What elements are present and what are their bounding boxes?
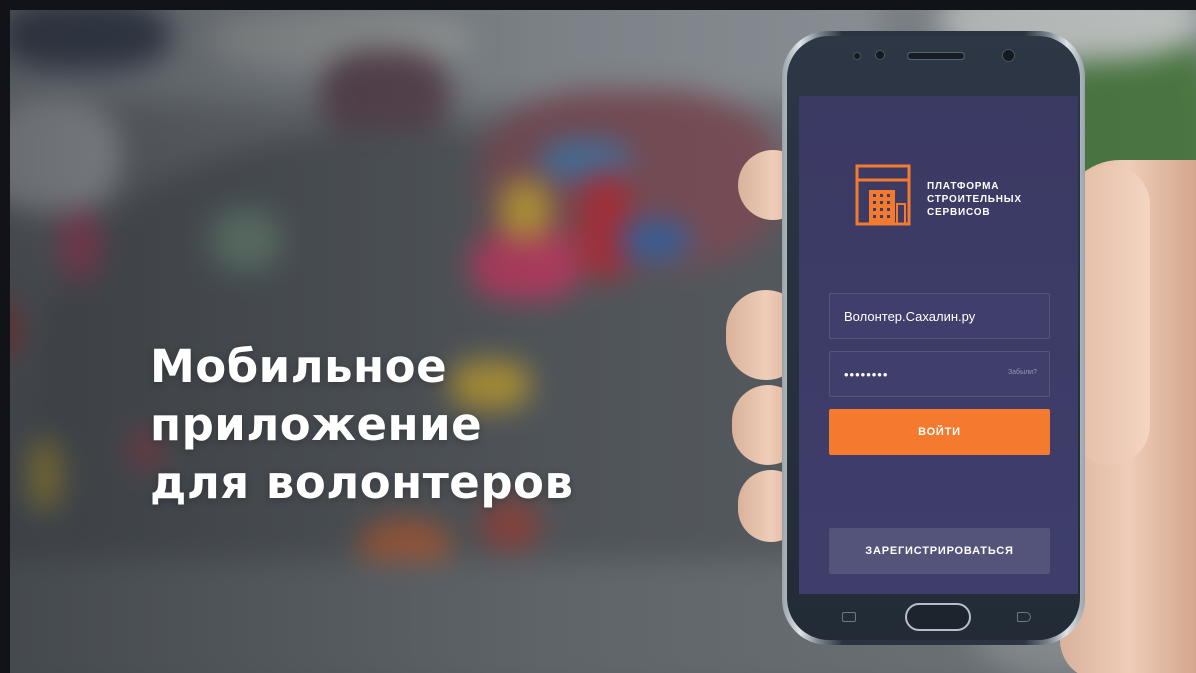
promo-banner: Мобильное приложение для волонтеров ПЛАТ… [0, 0, 1196, 673]
building-logo-icon [855, 164, 911, 226]
password-input[interactable]: •••••••• Забыли? [829, 351, 1050, 397]
back-icon[interactable] [1017, 612, 1031, 622]
forgot-password-link[interactable]: Забыли? [1008, 369, 1037, 376]
register-button[interactable]: ЗАРЕГИСТРИРОВАТЬСЯ [829, 528, 1050, 574]
left-border [0, 0, 10, 673]
brand-name: ПЛАТФОРМА СТРОИТЕЛЬНЫХ СЕРВИСОВ [927, 180, 1022, 219]
smartphone: ПЛАТФОРМА СТРОИТЕЛЬНЫХ СЕРВИСОВ Волонтер… [782, 31, 1085, 645]
password-input-value: •••••••• [844, 366, 889, 382]
headline-line-1: Мобильное [150, 340, 448, 393]
earpiece-speaker [907, 52, 965, 60]
top-border [0, 0, 1196, 10]
sensor-icon [853, 52, 861, 60]
recent-apps-icon[interactable] [842, 612, 856, 622]
brand-line-3: СЕРВИСОВ [927, 207, 991, 218]
brand-line-2: СТРОИТЕЛЬНЫХ [927, 194, 1022, 205]
login-button[interactable]: ВОЙТИ [829, 409, 1050, 455]
phone-body: ПЛАТФОРМА СТРОИТЕЛЬНЫХ СЕРВИСОВ Волонтер… [787, 36, 1080, 640]
sensor-icon [875, 50, 885, 60]
headline-line-2: приложение [150, 398, 483, 451]
brand-line-1: ПЛАТФОРМА [927, 181, 1000, 192]
front-camera-icon [1002, 49, 1015, 62]
login-input-value: Волонтер.Сахалин.ру [844, 308, 976, 324]
headline-line-3: для волонтеров [150, 456, 574, 509]
home-button[interactable] [905, 603, 971, 631]
login-input[interactable]: Волонтер.Сахалин.ру [829, 293, 1050, 339]
headline: Мобильное приложение для волонтеров [150, 338, 573, 512]
app-screen: ПЛАТФОРМА СТРОИТЕЛЬНЫХ СЕРВИСОВ Волонтер… [799, 96, 1078, 594]
